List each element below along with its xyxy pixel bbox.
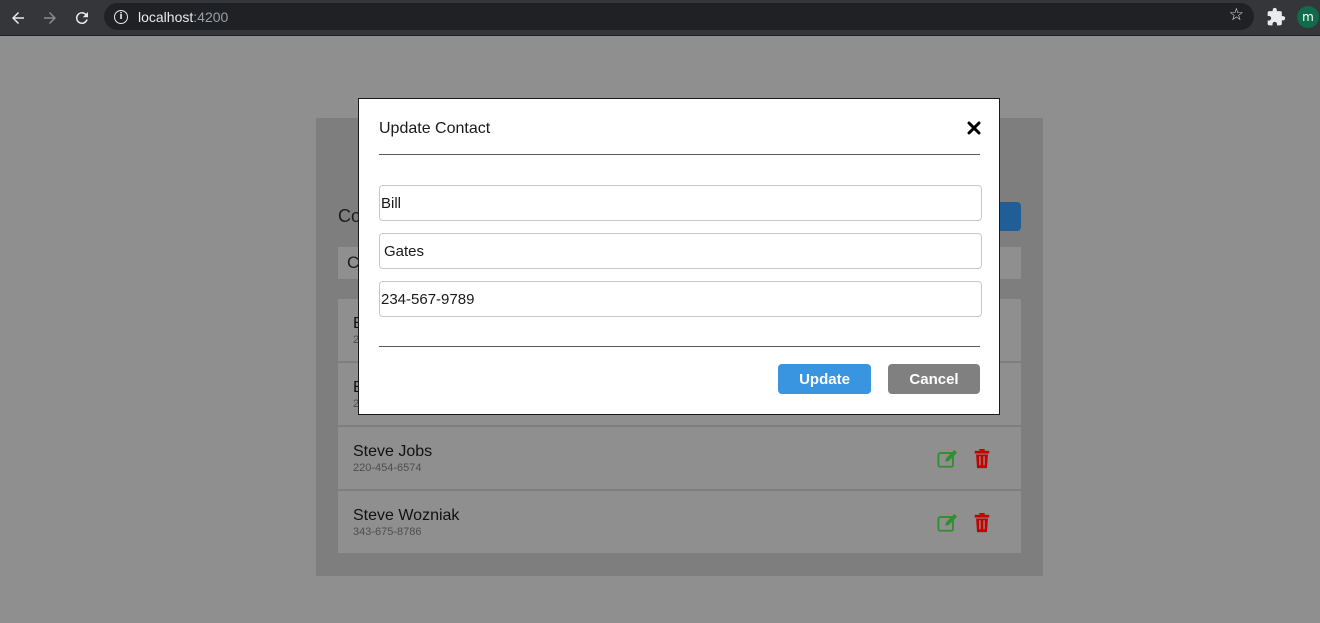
edit-icon[interactable] [937,449,959,474]
dialog-title: Update Contact [379,120,491,137]
bookmark-star-icon[interactable]: ☆ [1229,7,1244,24]
phone-input[interactable] [379,281,982,317]
dialog-divider [379,346,980,347]
contact-name: Steve Wozniak [353,507,460,524]
reload-button[interactable] [69,5,95,31]
url-host: localhost [138,8,194,25]
arrow-right-icon [44,12,56,24]
trash-icon[interactable] [971,513,993,538]
extensions-icon[interactable] [1266,7,1286,27]
arrow-left-icon [12,12,24,24]
update-contact-dialog: Update Contact Update Cancel [358,98,1000,415]
url-port: :4200 [193,8,229,25]
contact-row: Steve Wozniak 343-675-8786 [338,491,1021,555]
contact-name: Steve Jobs [353,443,433,460]
address-bar[interactable]: i localhost:4200 ☆ [104,3,1254,30]
cancel-button[interactable]: Cancel [888,364,980,394]
browser-toolbar: i localhost:4200 ☆ m [0,0,1320,36]
last-name-input[interactable] [379,233,982,269]
contact-row: Steve Jobs 220-454-6574 [338,427,1021,491]
close-icon[interactable] [965,119,983,137]
edit-icon[interactable] [937,513,959,538]
first-name-input[interactable] [379,185,982,221]
back-button[interactable] [5,5,31,31]
profile-avatar[interactable]: m [1297,6,1319,28]
dialog-divider [379,154,980,155]
row-actions [937,513,993,538]
trash-icon[interactable] [971,449,993,474]
contact-phone: 343-675-8786 [353,526,422,538]
forward-button[interactable] [37,5,63,31]
reload-icon [75,12,88,25]
contact-phone: 220-454-6574 [353,462,422,474]
update-button[interactable]: Update [778,364,871,394]
info-icon[interactable]: i [114,9,128,24]
row-actions [937,449,993,474]
